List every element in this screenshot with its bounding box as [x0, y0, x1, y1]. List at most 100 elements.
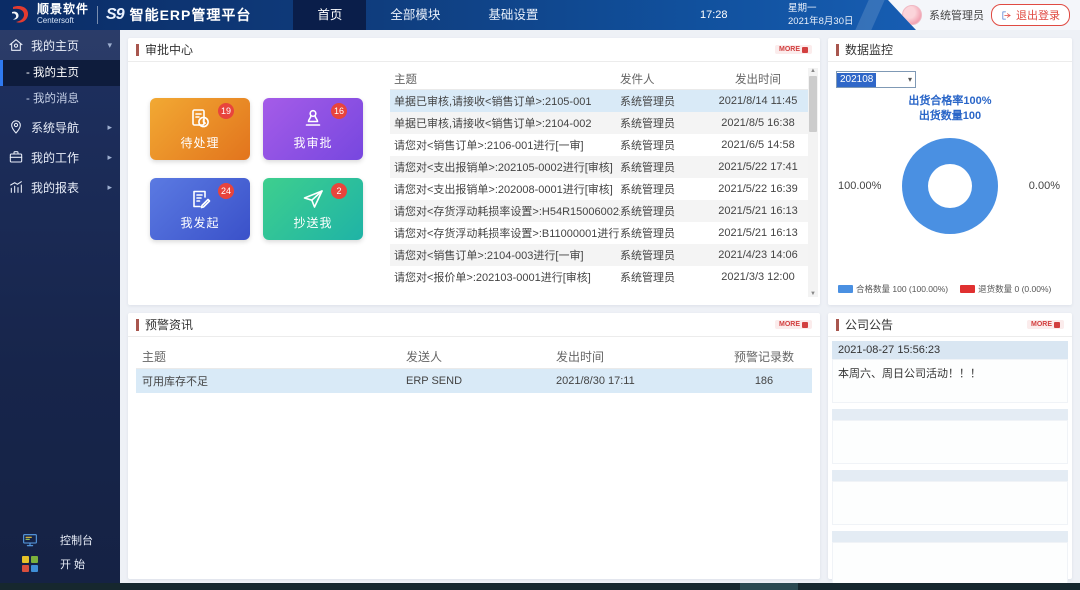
logout-button[interactable]: 退出登录	[991, 4, 1070, 26]
alerts-panel-header: 预警资讯 MORE	[128, 313, 820, 337]
console-button[interactable]: 控制台	[0, 528, 120, 552]
cell: 请您对<报价单>:202103-0001进行[审核]	[390, 269, 620, 285]
header-divider	[97, 6, 98, 24]
tile-initiated-by-me[interactable]: 24 我发起	[150, 178, 250, 240]
accent-bar	[136, 319, 139, 331]
cell: 系统管理员	[620, 203, 708, 219]
approval-table-row[interactable]: 请您对<存货浮动耗损率设置>:H54R15006002进行[审核]系统管理员20…	[390, 200, 808, 222]
doc-edit-icon	[188, 187, 212, 211]
legend-label: 退货数量 0 (0.00%)	[978, 283, 1051, 295]
header-stripe	[855, 0, 884, 30]
tile-pending[interactable]: 19 待处理	[150, 98, 250, 160]
cell: 单据已审核,请接收<销售订单>:2105-001	[390, 93, 620, 109]
approval-table-row[interactable]: 请您对<报价单>:202103-0001进行[审核]系统管理员2021/3/3 …	[390, 266, 808, 288]
sidebar-item-label: 我的工作	[31, 149, 79, 166]
start-label: 开 始	[60, 556, 85, 572]
top-nav: 首页 全部模块 基础设置	[293, 0, 562, 30]
cell: 发件人	[620, 71, 708, 87]
approval-table-body: 单据已审核,请接收<销售订单>:2105-001 系统管理员 2021/8/14 1…	[390, 90, 808, 288]
approval-table-header: 主题发件人发出时间	[390, 68, 808, 90]
cell: 主题	[136, 348, 406, 365]
period-value: 202108	[837, 73, 876, 87]
cell: 单据已审核,请接收<销售订单>:2104-002	[390, 115, 620, 131]
alerts-table-body: 可用库存不足ERP SEND2021/8/30 17:11186	[136, 369, 812, 393]
announcements-panel-title: 公司公告	[845, 316, 893, 333]
approval-table-row[interactable]: 请您对<销售订单>:2106-001进行[一审]系统管理员2021/6/5 14…	[390, 134, 808, 156]
announcement-text	[832, 481, 1068, 525]
cell: 2021/8/14 11:45	[708, 95, 808, 107]
scroll-thumb[interactable]	[809, 76, 817, 132]
exit-icon	[1001, 10, 1012, 21]
approval-table-row[interactable]: 单据已审核,请接收<销售订单>:2105-001系统管理员2021/8/14 1…	[390, 90, 808, 112]
announcement-date: 2021-08-27 15:56:23	[832, 341, 1068, 359]
cell: 2021/6/5 14:58	[708, 139, 808, 151]
cell: 2021/5/21 16:13	[708, 227, 808, 239]
chevron-right-icon: ▸	[107, 182, 112, 193]
sidebar-item-my-reports[interactable]: 我的报表 ▸	[0, 172, 120, 202]
pass-rate-text: 出货合格率100%	[828, 94, 1072, 109]
approval-scrollbar[interactable]: ▲ ▼	[808, 68, 818, 297]
legend-label: 合格数量 100 (100.00%)	[856, 283, 948, 295]
sidebar-subitem-my-messages[interactable]: - 我的消息	[0, 86, 120, 112]
legend-item-return: 退货数量 0 (0.00%)	[960, 283, 1051, 295]
approval-more-button[interactable]: MORE	[775, 45, 812, 54]
nav-tab-all-modules[interactable]: 全部模块	[366, 0, 464, 30]
cell: 2021/5/21 16:13	[708, 205, 808, 217]
sidebar: 我的主页 ▾ - 我的主页 - 我的消息 系统导航 ▸ 我的工作 ▸ 我的报表 …	[0, 30, 120, 590]
sidebar-subitem-my-home[interactable]: - 我的主页	[0, 60, 120, 86]
more-arrow-icon	[1054, 322, 1060, 328]
monitor-panel-header: 数据监控	[828, 38, 1072, 62]
tile-label: 抄送我	[293, 214, 332, 231]
date-stack: 星期一 2021年8月30日	[788, 2, 853, 28]
logo-block: 顺景软件 Centersoft	[0, 3, 89, 27]
approval-table-row[interactable]: 请您对<支出报销单>:202008-0001进行[审核]系统管理员2021/5/…	[390, 178, 808, 200]
cell: 请您对<存货浮动耗损率设置>:H54R15006002进行[审核]	[390, 203, 620, 219]
cell: 可用库存不足	[136, 373, 406, 389]
sidebar-item-my-work[interactable]: 我的工作 ▸	[0, 142, 120, 172]
data-monitor-panel: 数据监控 202108 ▾ 出货合格率100% 出货数量100 100.00% …	[828, 38, 1072, 305]
cell: 预警记录数	[716, 348, 812, 365]
right-percent-label: 0.00%	[1029, 180, 1060, 192]
period-select[interactable]: 202108 ▾	[836, 71, 916, 88]
sidebar-item-label: 系统导航	[31, 119, 79, 136]
legend-item-pass: 合格数量 100 (100.00%)	[838, 283, 948, 295]
approval-table-row[interactable]: 请您对<支出报销单>:202105-0002进行[审核]系统管理员2021/5/…	[390, 156, 808, 178]
announcement-text[interactable]: 本周六、周日公司活动！！！	[832, 359, 1068, 403]
alerts-panel-title: 预警资讯	[145, 316, 193, 333]
tile-my-approvals[interactable]: 16 我审批	[263, 98, 363, 160]
bottom-taskbar	[0, 583, 1080, 590]
announcements-more-button[interactable]: MORE	[1027, 320, 1064, 329]
announcements-panel: 公司公告 MORE 2021-08-27 15:56:23本周六、周日公司活动！…	[828, 313, 1072, 579]
left-percent-label: 100.00%	[838, 180, 881, 192]
approval-table-row[interactable]: 请您对<存货浮动耗损率设置>:B11000001进行[审核]系统管理员2021/…	[390, 222, 808, 244]
more-arrow-icon	[802, 47, 808, 53]
approval-table-row[interactable]: 请您对<销售订单>:2104-003进行[一审]系统管理员2021/4/23 1…	[390, 244, 808, 266]
stamp-icon	[301, 107, 325, 131]
logout-label: 退出登录	[1016, 7, 1060, 23]
start-button[interactable]: 开 始	[0, 552, 120, 576]
approval-table-row[interactable]: 单据已审核,请接收<销售订单>:2104-002系统管理员2021/8/5 16…	[390, 112, 808, 134]
accent-bar	[836, 319, 839, 331]
logo-text: 顺景软件 Centersoft	[37, 4, 89, 26]
cell: 系统管理员	[620, 159, 708, 175]
taskbar-highlight	[740, 583, 798, 590]
cell: ERP SEND	[406, 375, 556, 387]
cell: 请您对<支出报销单>:202008-0001进行[审核]	[390, 181, 620, 197]
announcements-panel-header: 公司公告 MORE	[828, 313, 1072, 337]
sidebar-item-system-nav[interactable]: 系统导航 ▸	[0, 112, 120, 142]
scroll-down-icon[interactable]: ▼	[810, 291, 816, 297]
nav-tab-basic-settings[interactable]: 基础设置	[464, 0, 562, 30]
tile-cc-to-me[interactable]: 2 抄送我	[263, 178, 363, 240]
alerts-more-button[interactable]: MORE	[775, 320, 812, 329]
user-avatar[interactable]	[902, 5, 922, 25]
more-arrow-icon	[802, 322, 808, 328]
nav-tab-home[interactable]: 首页	[293, 0, 366, 30]
s9-logo: S9	[106, 6, 124, 24]
announcement-text	[832, 420, 1068, 464]
alert-table-row[interactable]: 可用库存不足ERP SEND2021/8/30 17:11186	[136, 369, 812, 393]
scroll-up-icon[interactable]: ▲	[810, 68, 816, 74]
cell: 2021/4/23 14:06	[708, 249, 808, 261]
cell: 主题	[390, 71, 620, 87]
sidebar-item-label: 我的报表	[31, 179, 79, 196]
sidebar-item-my-home[interactable]: 我的主页 ▾	[0, 30, 120, 60]
